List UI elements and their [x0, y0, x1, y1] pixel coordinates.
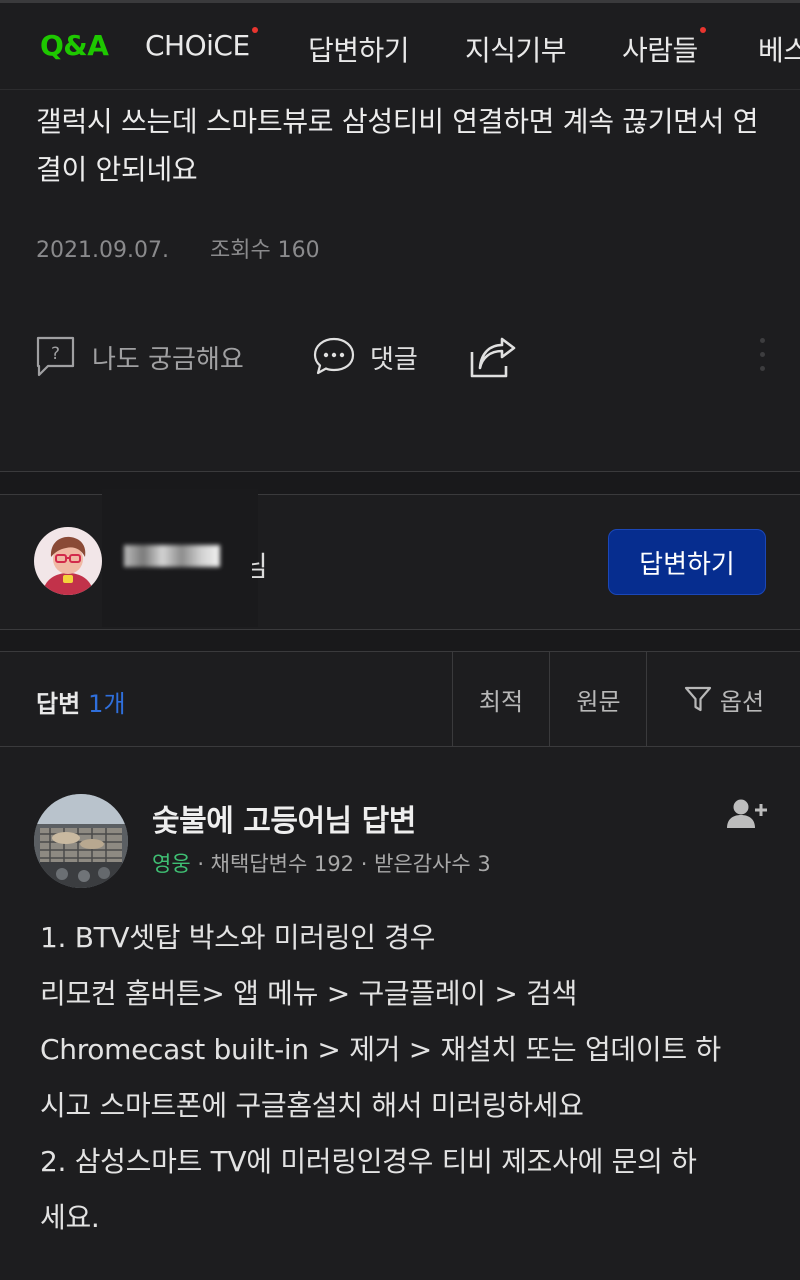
share-icon: [470, 337, 516, 378]
question-actions: ? 나도 궁금해요 댓글: [0, 328, 800, 388]
more-vertical-icon[interactable]: [760, 338, 766, 380]
blurred-username: [124, 545, 220, 567]
answer-line: 리모컨 홈버튼> 앱 메뉴 > 구글플레이 > 검색: [40, 977, 578, 1010]
answer-line: 세요.: [40, 1201, 100, 1234]
speech-bubble-icon: [313, 337, 355, 375]
question-box-icon: ?: [36, 336, 75, 377]
question-title: 갤럭시 쓰는데 스마트뷰로 삼성티비 연결하면 계속 끊기면서 연결이 안되네요: [36, 105, 759, 186]
adopted-count: · 채택답변수 192: [197, 852, 355, 876]
my-answer-bar: 님 답변하기: [0, 489, 800, 629]
divider: [0, 746, 800, 747]
comment-label: 댓글: [370, 344, 418, 375]
top-tab-bar: Q&A CHOiCE 답변하기 지식기부 사람들 베스: [0, 3, 800, 89]
answer-author-avatar[interactable]: [34, 794, 128, 888]
tab-answer[interactable]: 답변하기: [308, 29, 410, 69]
curious-button[interactable]: ? 나도 궁금해요: [36, 336, 244, 378]
add-person-icon[interactable]: [726, 798, 768, 834]
answer-count: 답변 1개: [36, 690, 126, 718]
options-button[interactable]: 옵션: [646, 652, 800, 746]
question-meta: 2021.09.07. 조회수 160: [36, 232, 320, 264]
avatar: [34, 527, 102, 595]
sort-best[interactable]: 최적: [452, 652, 549, 746]
question-date: 2021.09.07.: [36, 238, 169, 263]
answer-line: Chromecast built-in > 제거 > 재설치 또는 업데이트 하: [40, 1033, 721, 1066]
answer-author-stats: 영웅 · 채택답변수 192 · 받은감사수 3: [152, 848, 491, 878]
curious-label: 나도 궁금해요: [92, 344, 244, 375]
answer-line: 시고 스마트폰에 구글홈설치 해서 미러링하세요: [40, 1089, 584, 1122]
filter-icon: [684, 686, 712, 712]
answer-line: 2. 삼성스마트 TV에 미러링인경우 티비 제조사에 문의 하: [40, 1145, 697, 1178]
author-grade: 영웅: [152, 852, 191, 876]
question-views: 조회수 160: [209, 238, 320, 263]
section-gap: [0, 630, 800, 651]
write-answer-button[interactable]: 답변하기: [608, 529, 766, 595]
new-badge: [251, 27, 258, 33]
answer-line: 1. BTV셋탑 박스와 미러링인 경우: [40, 921, 436, 954]
sort-original[interactable]: 원문: [549, 652, 647, 746]
tab-people[interactable]: 사람들: [622, 27, 706, 69]
tab-best[interactable]: 베스: [758, 29, 800, 69]
comment-button[interactable]: 댓글: [312, 336, 418, 378]
tab-choice[interactable]: CHOiCE: [145, 27, 258, 62]
answers-header: 답변 1개 최적 원문 옵션: [0, 652, 800, 746]
divider: [0, 89, 800, 90]
tab-qna[interactable]: Q&A: [40, 29, 109, 62]
username-suffix: 님: [252, 550, 268, 583]
new-badge: [699, 27, 706, 33]
answer-body: 1. BTV셋탑 박스와 미러링인 경우 리모컨 홈버튼> 앱 메뉴 > 구글플…: [40, 910, 770, 1246]
tab-knowledge-donation[interactable]: 지식기부: [465, 29, 567, 69]
options-label: 옵션: [719, 687, 765, 716]
svg-text:?: ?: [51, 344, 60, 364]
answer-author-name[interactable]: 숯불에 고등어님 답변: [152, 796, 416, 840]
thanks-count: · 받은감사수 3: [360, 852, 491, 876]
share-button[interactable]: [468, 336, 516, 380]
